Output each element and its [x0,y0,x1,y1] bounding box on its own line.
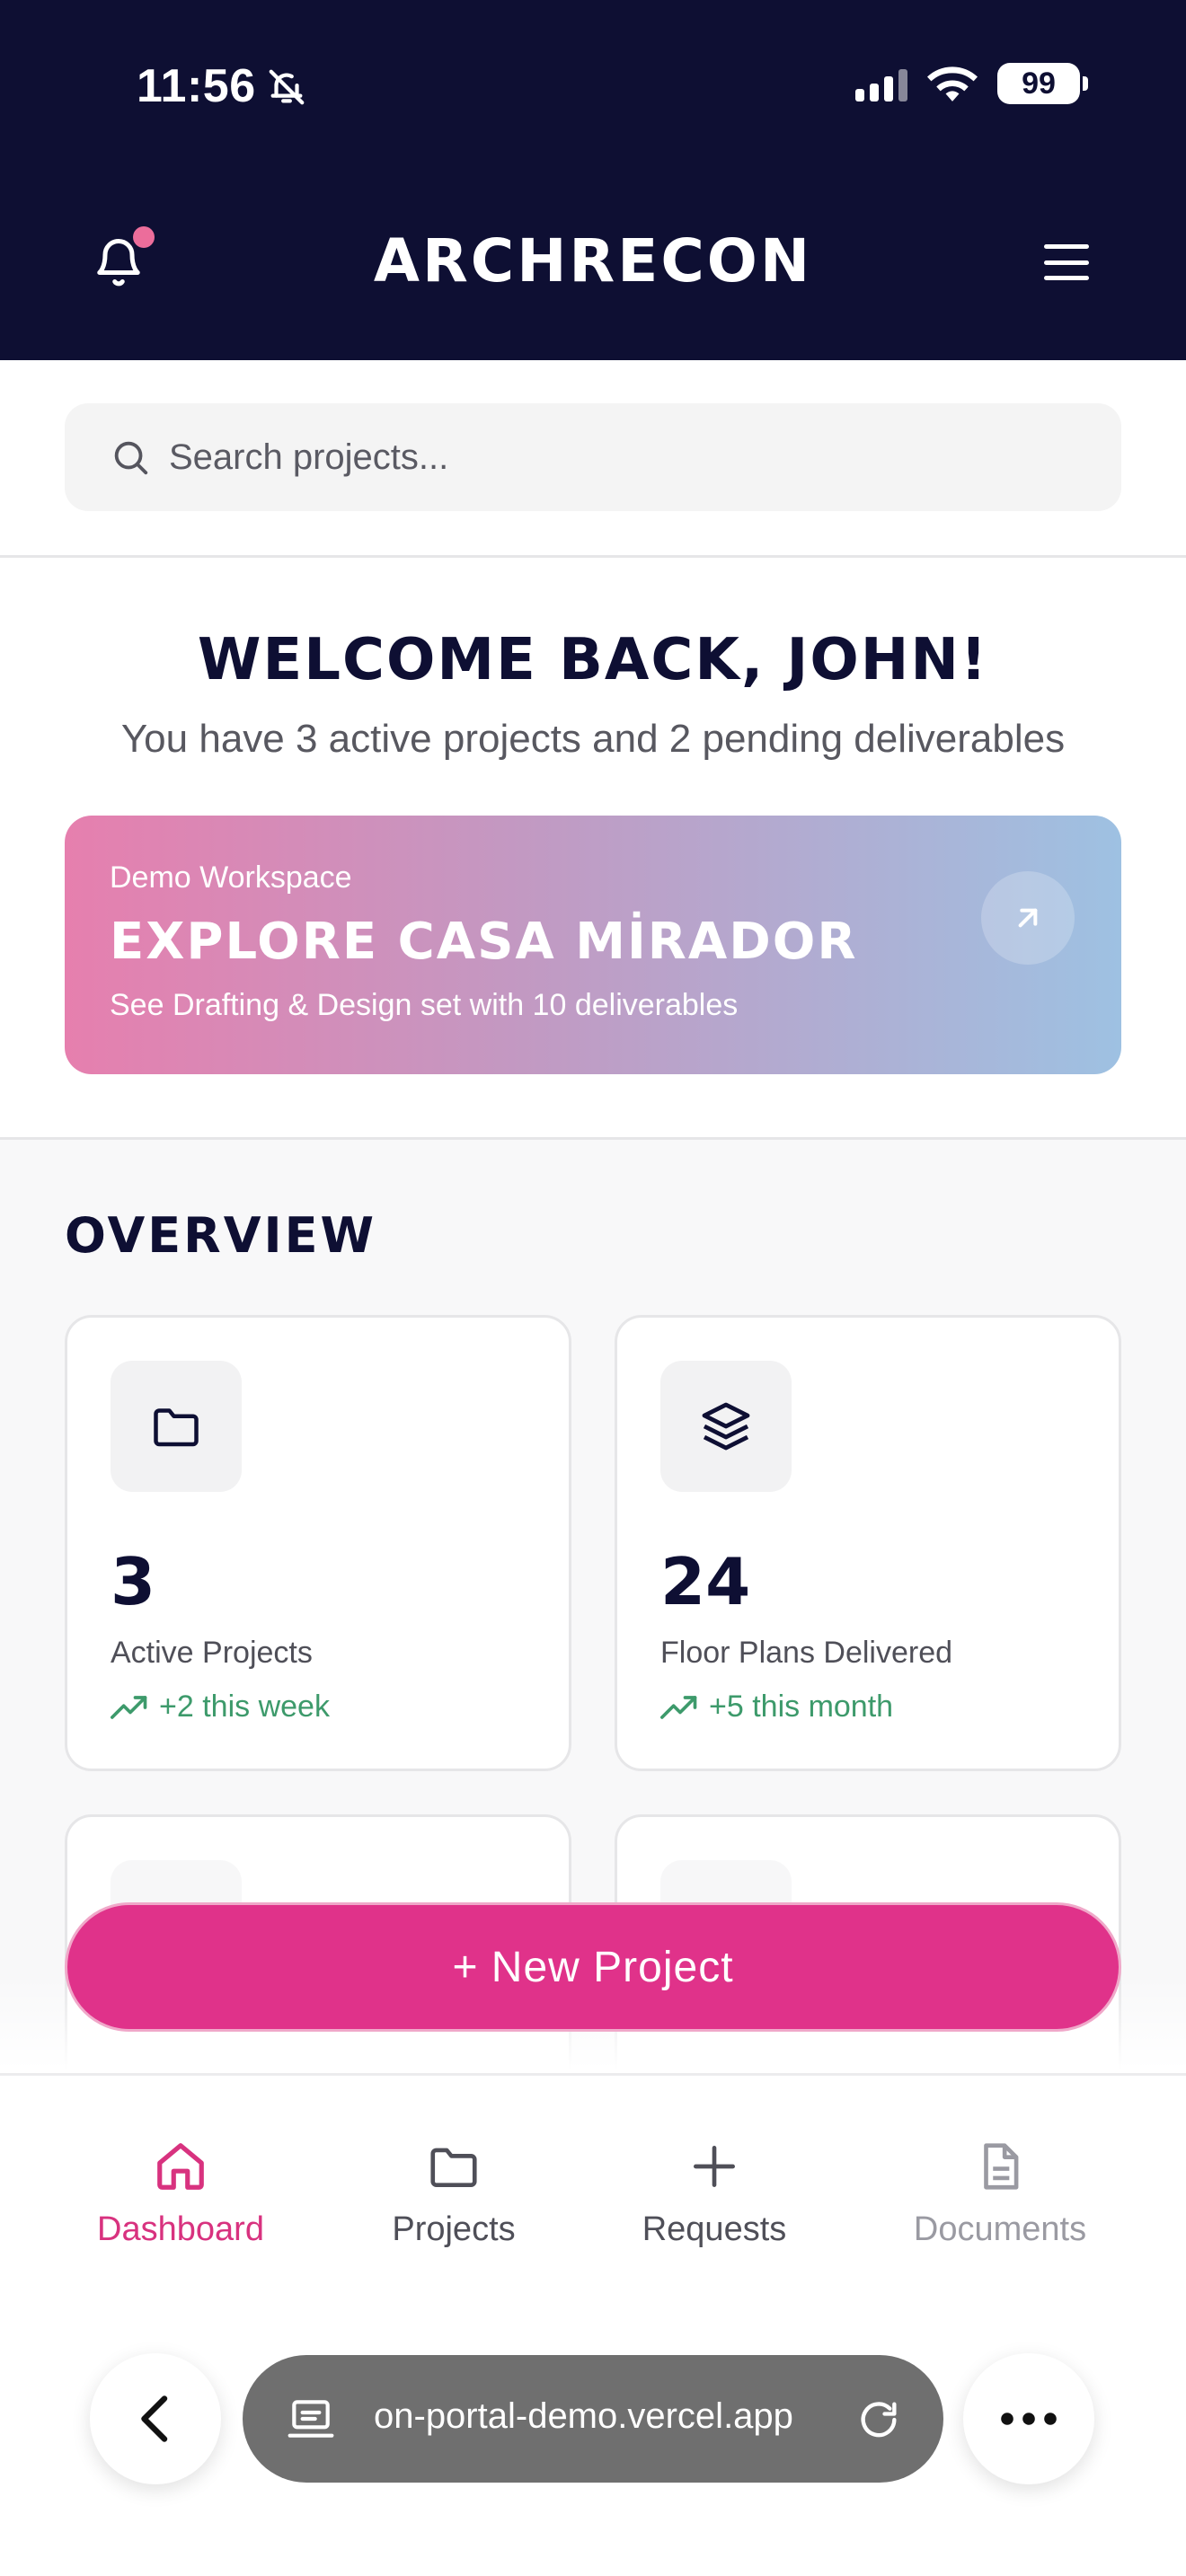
document-icon [984,2143,1019,2190]
stat-card-floor-plans[interactable]: 24 Floor Plans Delivered +5 this month [615,1315,1121,1771]
wifi-icon [927,66,978,101]
stat-label: Active Projects [111,1636,313,1670]
welcome-title: WELCOME BACK, JOHN! [197,627,989,693]
stat-trend: +5 this month [660,1689,893,1725]
url-text: on-portal-demo.vercel.app [374,2396,793,2436]
cellular-signal-icon [855,66,907,101]
home-icon [157,2143,204,2190]
stat-value: 24 [660,1544,751,1619]
tab-requests[interactable]: Requests [580,2139,849,2249]
layers-icon [702,1402,750,1451]
card-icon-container [660,1361,792,1492]
tab-label: Requests [642,2210,787,2248]
status-indicators: 99 [855,63,1088,104]
tab-label: Projects [392,2210,516,2248]
trending-up-icon [660,1695,697,1719]
bottom-tab-bar: Dashboard Projects Requests Documents [0,2073,1186,2576]
stat-trend: +2 this week [111,1689,330,1725]
tab-projects[interactable]: Projects [319,2139,589,2249]
browser-back-button[interactable] [90,2353,221,2484]
hamburger-menu-icon[interactable] [1044,244,1089,280]
status-time: 11:56 [137,60,256,112]
more-horizontal-icon [1001,2413,1057,2425]
banner-title: EXPLORE CASA MİRADOR [110,913,858,971]
battery-indicator: 99 [997,63,1088,104]
tab-documents[interactable]: Documents [865,2139,1135,2249]
stat-trend-text: +5 this month [709,1689,894,1724]
plus-icon [694,2146,735,2187]
welcome-subtitle: You have 3 active projects and 2 pending… [120,717,1066,761]
arrow-up-right-icon [1018,908,1038,928]
brand-logo[interactable]: ARCHRECON [0,226,1186,296]
browser-more-button[interactable] [963,2353,1094,2484]
silent-mode-icon [269,69,305,105]
stat-trend-text: +2 this week [159,1689,330,1724]
chevron-left-icon [141,2395,168,2442]
section-divider [0,555,1186,558]
page-menu-icon [288,2400,334,2438]
stat-label: Floor Plans Delivered [660,1636,953,1670]
stat-value: 3 [111,1544,156,1619]
tab-label: Dashboard [97,2210,264,2248]
overview-title: OVERVIEW [65,1207,377,1264]
folder-icon [154,1408,199,1447]
banner-description: See Drafting & Design set with 10 delive… [110,988,739,1022]
app-header: 11:56 99 ARCHRECON [0,0,1186,360]
search-input[interactable] [169,437,978,478]
banner-open-button[interactable] [981,871,1075,965]
banner-kicker: Demo Workspace [110,860,352,895]
stat-card-active-projects[interactable]: 3 Active Projects +2 this week [65,1315,571,1771]
reload-icon[interactable] [855,2396,902,2443]
demo-workspace-banner[interactable]: Demo Workspace EXPLORE CASA MİRADOR See … [65,816,1121,1074]
browser-address-bar[interactable]: on-portal-demo.vercel.app [243,2355,943,2483]
folder-icon [430,2148,477,2187]
search-bar[interactable] [65,403,1121,511]
tab-label: Documents [913,2210,1087,2248]
new-project-button[interactable]: + New Project [65,1902,1121,2032]
trending-up-icon [111,1695,147,1719]
search-icon [114,441,148,475]
tab-dashboard[interactable]: Dashboard [46,2139,315,2249]
card-icon-container [111,1361,242,1492]
